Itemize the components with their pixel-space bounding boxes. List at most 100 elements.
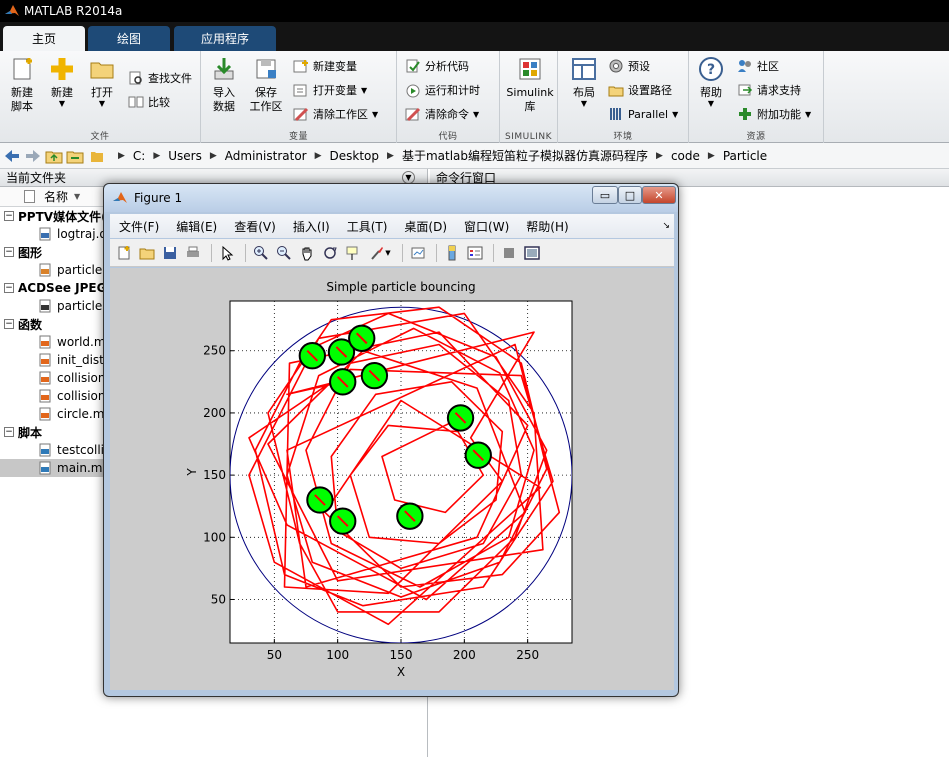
code-group-label: 代码 (438, 132, 458, 142)
zoom-in-button[interactable] (251, 243, 271, 263)
parallel-icon (610, 108, 621, 120)
save-figure-button[interactable] (160, 243, 180, 263)
breadcrumb-item[interactable]: C: (133, 149, 145, 163)
up-folder-icon[interactable] (45, 147, 63, 165)
brush-button[interactable]: ▼ (366, 243, 394, 263)
maximize-button[interactable]: □ (618, 186, 642, 204)
collapse-icon[interactable]: − (4, 211, 14, 221)
y-tick-label: 50 (211, 592, 226, 606)
menu-help[interactable]: 帮助(H) (526, 218, 568, 235)
compare-button[interactable]: 比较 (128, 92, 170, 112)
tab-apps[interactable]: 应用程序 (174, 26, 276, 51)
print-button[interactable] (183, 243, 203, 263)
breadcrumb-item[interactable]: Desktop (330, 149, 380, 163)
collapse-icon[interactable]: − (4, 283, 14, 293)
close-button[interactable]: ✕ (642, 186, 676, 204)
run-and-time-label: 运行和计时 (425, 84, 480, 97)
clear-workspace-button[interactable]: 清除工作区 ▼ (293, 104, 378, 124)
clear-commands-button[interactable]: 清除命令 ▼ (405, 104, 479, 124)
particle-plot[interactable]: 50 100 150 200 250 50 100 150 200 250 Simple parti… (110, 268, 674, 690)
set-path-button[interactable]: 设置路径 (608, 80, 672, 100)
show-plot-tools-button[interactable] (522, 243, 542, 263)
clear-workspace-icon (293, 107, 309, 122)
menu-tools[interactable]: 工具(T) (347, 218, 388, 235)
zoom-out-icon (277, 245, 291, 260)
import-data-button[interactable]: 导入 数据 (204, 55, 244, 125)
run-and-time-button[interactable]: 运行和计时 (405, 80, 480, 100)
y-tick-label: 250 (203, 344, 226, 358)
open-file-button[interactable] (137, 243, 157, 263)
breadcrumb-item[interactable]: Users (168, 149, 202, 163)
tree-group-label: 脚本 (18, 425, 43, 440)
chevron-down-icon: ▼ (805, 109, 812, 119)
link-plot-button[interactable] (408, 243, 428, 263)
file-name: circle.m (57, 407, 105, 421)
menu-edit[interactable]: 编辑(E) (176, 218, 217, 235)
layout-icon (572, 58, 596, 80)
menu-file[interactable]: 文件(F) (119, 218, 159, 235)
preferences-button[interactable]: 预设 (608, 56, 650, 76)
help-button[interactable]: ? 帮助 ▼ (691, 55, 731, 125)
layout-label: 布局 (573, 86, 595, 99)
save-workspace-button[interactable]: 保存 工作区 (246, 55, 286, 125)
menu-insert[interactable]: 插入(I) (293, 218, 330, 235)
forward-arrow-icon[interactable] (24, 147, 42, 165)
collapse-icon[interactable]: − (4, 319, 14, 329)
new-script-button[interactable]: 新建 脚本 (2, 55, 42, 125)
simulink-library-button[interactable]: Simulink 库 (504, 55, 556, 125)
breadcrumb-item[interactable]: Administrator (225, 149, 307, 163)
log-file-icon (39, 227, 51, 241)
collapse-icon[interactable]: − (4, 427, 14, 437)
collapse-icon[interactable]: − (4, 247, 14, 257)
file-name: particleb (57, 299, 110, 313)
toolbar-separator (436, 243, 437, 262)
find-files-button[interactable]: 查找文件 (128, 68, 192, 88)
name-column-header[interactable]: 名称 (44, 188, 68, 205)
hide-plot-tools-button[interactable] (499, 243, 519, 263)
help-icon: ? (699, 57, 723, 81)
figure-titlebar[interactable]: Figure 1 ▭ □ ✕ (104, 184, 678, 212)
minimize-button[interactable]: ▭ (592, 186, 618, 204)
clear-commands-label: 清除命令 (425, 108, 469, 121)
new-button[interactable]: 新建 ▼ (42, 55, 82, 125)
menu-desktop[interactable]: 桌面(D) (404, 218, 447, 235)
ribbon-group-resources: ? 帮助 ▼ 社区 请求支持 附加功能 ▼ 资源 (689, 51, 824, 143)
open-variable-button[interactable]: 打开变量 ▼ (293, 80, 367, 100)
dock-arrow-icon[interactable]: ↘ (662, 221, 670, 231)
zoom-out-button[interactable] (274, 243, 294, 263)
folder-icon (91, 151, 103, 162)
rotate-3d-button[interactable] (320, 243, 340, 263)
breadcrumb-item[interactable]: Particle (723, 149, 767, 163)
pan-button[interactable] (297, 243, 317, 263)
open-button[interactable]: 打开 ▼ (82, 55, 122, 125)
tab-plots[interactable]: 绘图 (88, 26, 170, 51)
menu-window[interactable]: 窗口(W) (464, 218, 509, 235)
breadcrumb-item[interactable]: code (671, 149, 700, 163)
set-path-label: 设置路径 (628, 84, 672, 97)
add-ons-button[interactable]: 附加功能 ▼ (737, 104, 811, 124)
insert-legend-button[interactable] (465, 243, 485, 263)
chevron-down-icon: ▼ (372, 109, 379, 119)
tab-home[interactable]: 主页 (3, 26, 85, 51)
community-button[interactable]: 社区 (737, 56, 779, 76)
insert-colorbar-button[interactable] (442, 243, 462, 263)
edit-plot-button[interactable] (217, 243, 237, 263)
layout-button[interactable]: 布局 ▼ (564, 55, 604, 125)
menu-view[interactable]: 查看(V) (234, 218, 276, 235)
parallel-button[interactable]: Parallel ▼ (608, 104, 678, 124)
browse-folder-icon[interactable] (66, 147, 84, 165)
import-icon (214, 58, 234, 80)
analyze-code-button[interactable]: 分析代码 (405, 56, 469, 76)
gear-icon (609, 59, 623, 73)
new-figure-button[interactable] (114, 243, 134, 263)
compare-icon (128, 96, 144, 108)
back-arrow-icon[interactable] (3, 147, 21, 165)
breadcrumb-item[interactable]: 基于matlab编程短笛粒子模拟器仿真源码程序 (402, 147, 648, 164)
toolbar-separator (493, 243, 494, 262)
new-variable-button[interactable]: 新建变量 (293, 56, 357, 76)
chevron-down-icon: ▼ (473, 109, 480, 119)
new-script-icon (13, 58, 32, 80)
request-support-button[interactable]: 请求支持 (737, 80, 801, 100)
set-path-icon (608, 86, 624, 97)
data-cursor-button[interactable] (343, 243, 363, 263)
